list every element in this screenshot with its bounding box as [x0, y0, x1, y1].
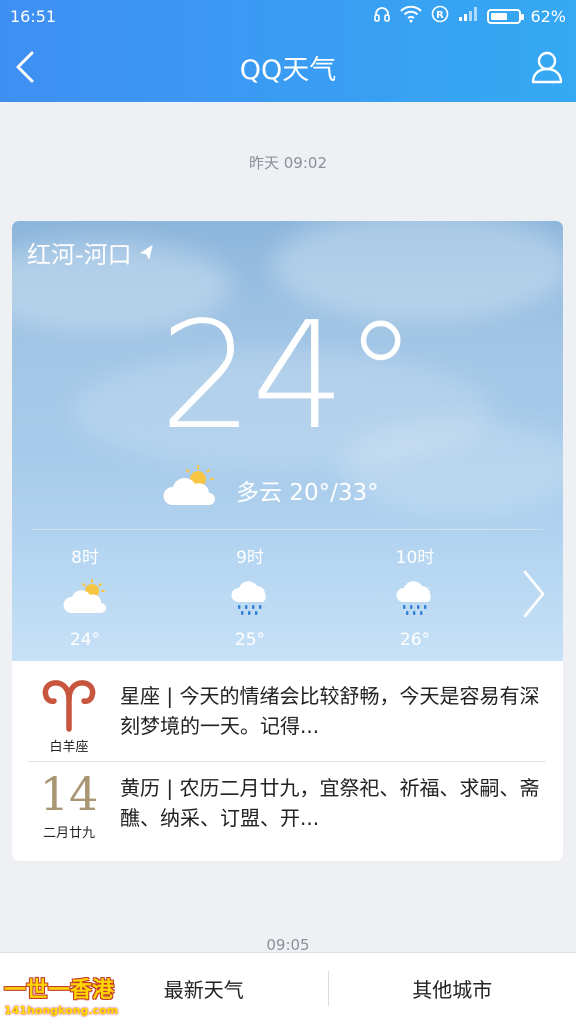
watermark-sub: 141hongkong.com	[4, 1004, 119, 1017]
chevron-left-icon	[16, 51, 34, 83]
partly-cloudy-icon	[25, 574, 145, 622]
page-title: QQ天气	[239, 54, 337, 86]
battery-icon	[487, 8, 525, 24]
hourly-item[interactable]: 9时 25°	[190, 543, 310, 650]
aries-icon	[42, 680, 96, 732]
weather-hero[interactable]: 红河-河口 24° 多云 20°/33° 8时 24° 9时 25° 10时 2…	[12, 221, 563, 661]
almanac-text: 黄历 | 农历二月廿九，宜祭祀、祈福、求嗣、斋醮、纳采、订盟、开...	[120, 776, 540, 830]
condition-text: 多云 20°/33°	[236, 480, 379, 506]
svg-text:R: R	[437, 10, 445, 21]
chevron-right-icon	[523, 570, 545, 618]
status-bar: 16:51 R 62%	[0, 0, 576, 32]
location-label[interactable]: 红河-河口	[27, 235, 156, 270]
battery-percent: 62%	[530, 6, 566, 26]
rain-icon	[355, 574, 475, 622]
watermark-main: 一世一香港	[4, 978, 115, 1003]
tab-other-cities[interactable]: 其他城市	[329, 953, 576, 1024]
hourly-item[interactable]: 8时 24°	[25, 543, 145, 650]
back-button[interactable]	[4, 46, 46, 88]
hour-temp: 25°	[234, 630, 266, 650]
registered-icon: R	[431, 5, 449, 27]
watermark-logo: 一世一香港 141hongkong.com	[4, 972, 128, 1022]
profile-button[interactable]	[526, 46, 568, 88]
nav-bar: QQ天气	[0, 32, 576, 102]
current-temperature: 24°	[159, 290, 417, 462]
divider	[32, 529, 543, 530]
rain-icon	[190, 574, 310, 622]
hour-time: 8时	[71, 548, 99, 568]
hour-time: 10时	[395, 548, 435, 568]
lunar-date-label: 二月廿九	[42, 826, 95, 841]
almanac-row[interactable]: 14 二月廿九 黄历 | 农历二月廿九，宜祭祀、祈福、求嗣、斋醮、纳采、订盟、开…	[28, 769, 546, 861]
message-timestamp: 昨天 09:02	[249, 154, 327, 172]
headphones-icon	[373, 5, 391, 27]
horoscope-text: 星座 | 今天的情绪会比较舒畅，今天是容易有深刻梦境的一天。记得...	[120, 684, 540, 738]
divider	[28, 761, 546, 762]
condition-row: 多云 20°/33°	[162, 464, 379, 515]
wifi-icon	[400, 5, 423, 27]
hour-time: 9时	[236, 548, 264, 568]
status-time: 16:51	[10, 6, 57, 26]
calendar-day: 14	[39, 767, 99, 821]
weather-card: 红河-河口 24° 多云 20°/33° 8时 24° 9时 25° 10时 2…	[12, 221, 563, 861]
hour-temp: 24°	[69, 630, 101, 650]
user-icon	[531, 51, 563, 84]
location-arrow-icon	[139, 244, 153, 260]
zodiac-sign-label: 白羊座	[49, 740, 89, 755]
hour-temp: 26°	[399, 630, 431, 650]
hourly-item[interactable]: 10时 26°	[355, 543, 475, 650]
signal-icon	[458, 6, 478, 26]
horoscope-row[interactable]: 白羊座 星座 | 今天的情绪会比较舒畅，今天是容易有深刻梦境的一天。记得...	[28, 677, 546, 777]
location-name: 红河-河口	[27, 241, 132, 269]
partly-cloudy-icon	[162, 464, 216, 515]
hourly-next-button[interactable]	[521, 569, 547, 623]
